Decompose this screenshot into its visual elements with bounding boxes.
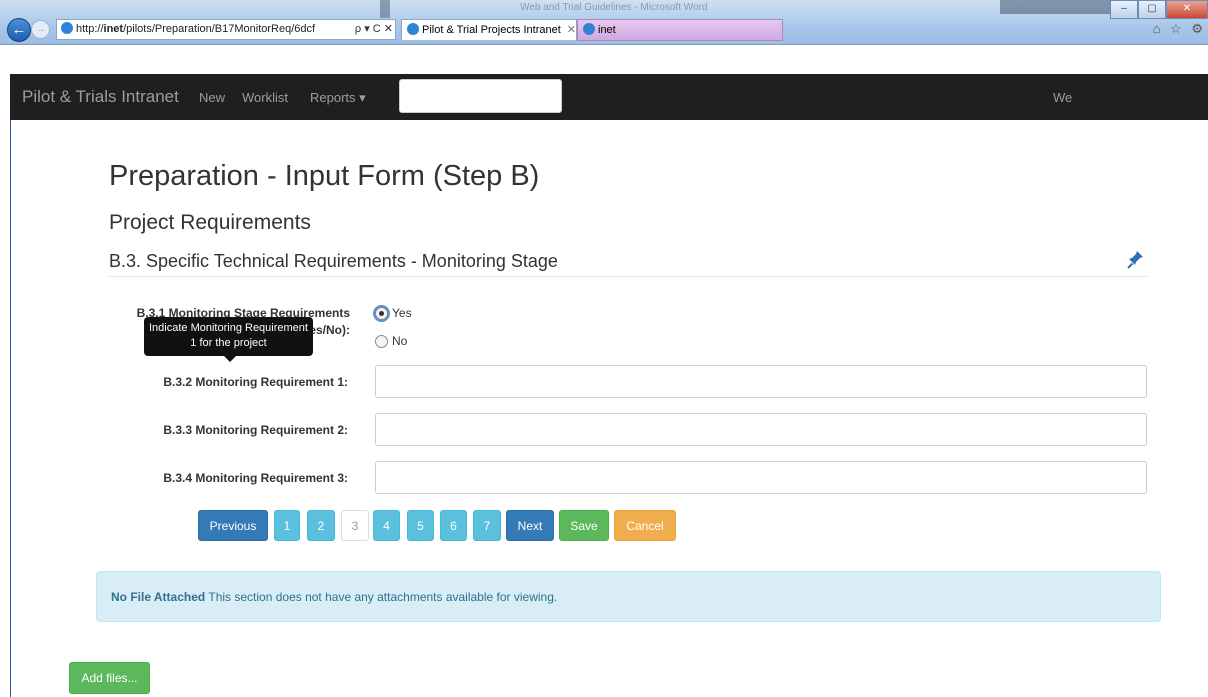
- cancel-button[interactable]: Cancel: [614, 510, 676, 541]
- monitoring-requirement-2-input[interactable]: [375, 413, 1147, 446]
- window-border: [10, 120, 11, 697]
- field-label-req2: B.3.3 Monitoring Requirement 2:: [163, 423, 348, 437]
- save-button[interactable]: Save: [559, 510, 609, 541]
- title-bar-decoration: [380, 0, 390, 18]
- browser-toolbar-icons[interactable]: ⌂ ☆ ⚙: [1153, 21, 1206, 37]
- ie-logo-icon: [61, 22, 73, 34]
- section-divider: [109, 276, 1147, 277]
- window-controls: – ▢ ✕: [1110, 0, 1208, 19]
- navbar-search-input[interactable]: [399, 79, 562, 113]
- radio-no-label: No: [392, 334, 408, 348]
- tooltip-line2: 1 for the project: [190, 337, 267, 349]
- page-2-button[interactable]: 2: [307, 510, 335, 541]
- field-label-req1: B.3.2 Monitoring Requirement 1:: [163, 375, 348, 389]
- page-4-button[interactable]: 4: [373, 510, 400, 541]
- address-host: inet: [103, 23, 124, 35]
- nav-worklist[interactable]: Worklist: [242, 90, 288, 105]
- next-button[interactable]: Next: [506, 510, 554, 541]
- add-files-button[interactable]: Add files...: [69, 662, 150, 694]
- tab-label: Pilot & Trial Projects Intranet: [422, 24, 561, 36]
- address-path: /pilots/Preparation/B17MonitorReq/6dcf: [123, 23, 316, 35]
- attachments-status: No File Attached: [111, 590, 206, 604]
- ie-logo-icon: [407, 23, 419, 35]
- page-5-button[interactable]: 5: [407, 510, 434, 541]
- navbar-brand[interactable]: Pilot & Trials Intranet: [22, 87, 179, 107]
- page-6-button[interactable]: 6: [440, 510, 467, 541]
- radio-yes-label: Yes: [392, 306, 412, 320]
- navbar-welcome-text: We: [1053, 90, 1073, 105]
- address-tools-icon[interactable]: ρ ▾ C ✕: [351, 20, 393, 39]
- close-tab-icon[interactable]: ✕: [567, 24, 576, 36]
- section-heading: B.3. Specific Technical Requirements - M…: [109, 251, 558, 271]
- radio-no[interactable]: [375, 335, 388, 348]
- previous-button[interactable]: Previous: [198, 510, 268, 541]
- close-window-button[interactable]: ✕: [1166, 0, 1208, 19]
- page-1-button[interactable]: 1: [274, 510, 300, 541]
- page-7-button[interactable]: 7: [473, 510, 501, 541]
- tab-label: inet: [598, 24, 616, 36]
- back-arrow-icon[interactable]: ←: [7, 18, 31, 42]
- pin-icon[interactable]: [1126, 248, 1148, 270]
- attachments-alert: No File Attached This section does not h…: [96, 571, 1161, 622]
- browser-title-bar: Web and Trial Guidelines - Microsoft Wor…: [0, 0, 1208, 45]
- address-prefix: http://: [76, 23, 104, 35]
- minimize-button[interactable]: –: [1110, 0, 1138, 19]
- nav-new[interactable]: New: [199, 90, 225, 105]
- maximize-button[interactable]: ▢: [1138, 0, 1166, 19]
- tooltip: Indicate Monitoring Requirement 1 for th…: [144, 317, 313, 362]
- monitoring-requirement-1-input[interactable]: [375, 365, 1147, 398]
- nav-reports-dropdown[interactable]: Reports ▾: [310, 90, 366, 106]
- page-title: Preparation - Input Form (Step B): [109, 160, 540, 192]
- attachments-message: This section does not have any attachmen…: [208, 590, 558, 604]
- radio-yes[interactable]: [375, 307, 388, 320]
- tooltip-line1: Indicate Monitoring Requirement: [149, 322, 308, 334]
- title-bar-decoration: [1000, 0, 1120, 14]
- window-title: Web and Trial Guidelines - Microsoft Wor…: [520, 2, 708, 13]
- address-bar[interactable]: http://inet/pilots/Preparation/B17Monito…: [56, 19, 396, 40]
- tab-inet[interactable]: inet: [577, 19, 783, 41]
- monitoring-requirement-3-input[interactable]: [375, 461, 1147, 494]
- forward-arrow-icon[interactable]: →: [31, 20, 50, 39]
- top-navbar: Pilot & Trials Intranet New Worklist Rep…: [10, 74, 1208, 120]
- tab-pilot-trial-intranet[interactable]: Pilot & Trial Projects Intranet ✕: [401, 19, 577, 40]
- field-label-req3: B.3.4 Monitoring Requirement 3:: [163, 471, 348, 485]
- ie-logo-icon: [583, 23, 595, 35]
- page-3-current: 3: [341, 510, 369, 541]
- page-subtitle: Project Requirements: [109, 211, 311, 234]
